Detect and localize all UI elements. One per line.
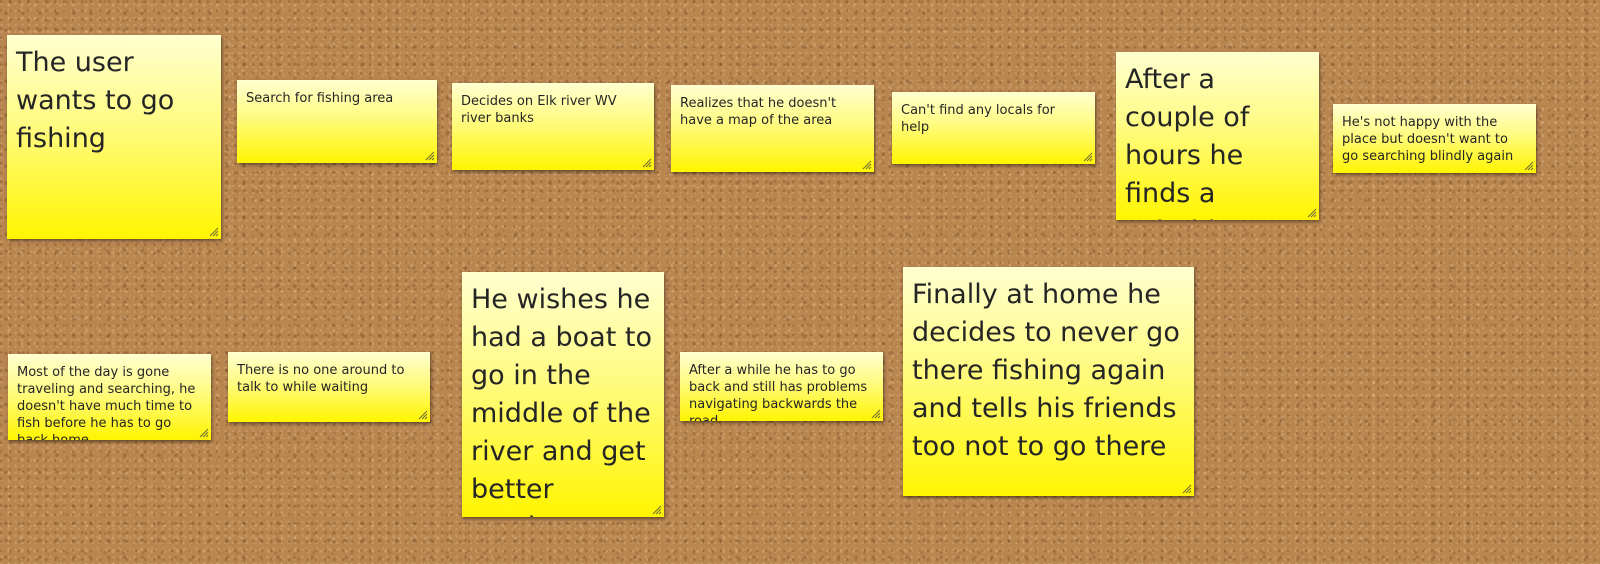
resize-grip-icon[interactable] [1182,484,1192,494]
resize-grip-icon[interactable] [199,428,209,438]
sticky-note-text: Most of the day is gone traveling and se… [17,365,196,440]
cork-board: The user wants to go fishing Search for … [0,0,1600,564]
sticky-note-text: Realizes that he doesn't have a map of t… [680,96,837,128]
resize-grip-icon[interactable] [642,158,652,168]
sticky-note-text: There is no one around to talk to while … [237,363,405,395]
sticky-note-no-locals[interactable]: Can't find any locals for help [892,92,1095,164]
resize-grip-icon[interactable] [1307,208,1317,218]
sticky-note-text: Can't find any locals for help [901,103,1056,135]
sticky-note-user-wants-to-go-fishing[interactable]: The user wants to go fishing [7,35,221,239]
resize-grip-icon[interactable] [1524,161,1534,171]
sticky-note-text: He's not happy with the place but doesn'… [1342,115,1514,164]
sticky-note-text: After a couple of hours he finds a suita… [1125,64,1299,220]
sticky-note-finally-at-home[interactable]: Finally at home he decides to never go t… [903,267,1194,496]
sticky-note-text: The user wants to go fishing [16,47,175,154]
resize-grip-icon[interactable] [209,227,219,237]
resize-grip-icon[interactable] [1083,152,1093,162]
sticky-note-wishes-boat[interactable]: He wishes he had a boat to go in the mid… [462,272,664,517]
sticky-note-text: Search for fishing area [246,91,394,106]
resize-grip-icon[interactable] [418,410,428,420]
sticky-note-text: Decides on Elk river WV river banks [461,94,617,126]
resize-grip-icon[interactable] [425,151,435,161]
sticky-note-text: Finally at home he decides to never go t… [912,279,1180,462]
sticky-note-no-map[interactable]: Realizes that he doesn't have a map of t… [671,85,874,172]
resize-grip-icon[interactable] [652,505,662,515]
sticky-note-decides-on-elk-river[interactable]: Decides on Elk river WV river banks [452,83,654,170]
sticky-note-not-happy[interactable]: He's not happy with the place but doesn'… [1333,104,1536,173]
sticky-note-search-fishing-area[interactable]: Search for fishing area [237,80,437,163]
sticky-note-day-gone[interactable]: Most of the day is gone traveling and se… [8,354,211,440]
resize-grip-icon[interactable] [862,160,872,170]
sticky-note-text: He wishes he had a boat to go in the mid… [471,284,652,517]
sticky-note-text: After a while he has to go back and stil… [689,363,868,421]
sticky-note-finds-suitable-spot[interactable]: After a couple of hours he finds a suita… [1116,52,1319,220]
resize-grip-icon[interactable] [871,409,881,419]
sticky-note-no-one-to-talk[interactable]: There is no one around to talk to while … [228,352,430,422]
sticky-note-navigating-back[interactable]: After a while he has to go back and stil… [680,352,883,421]
